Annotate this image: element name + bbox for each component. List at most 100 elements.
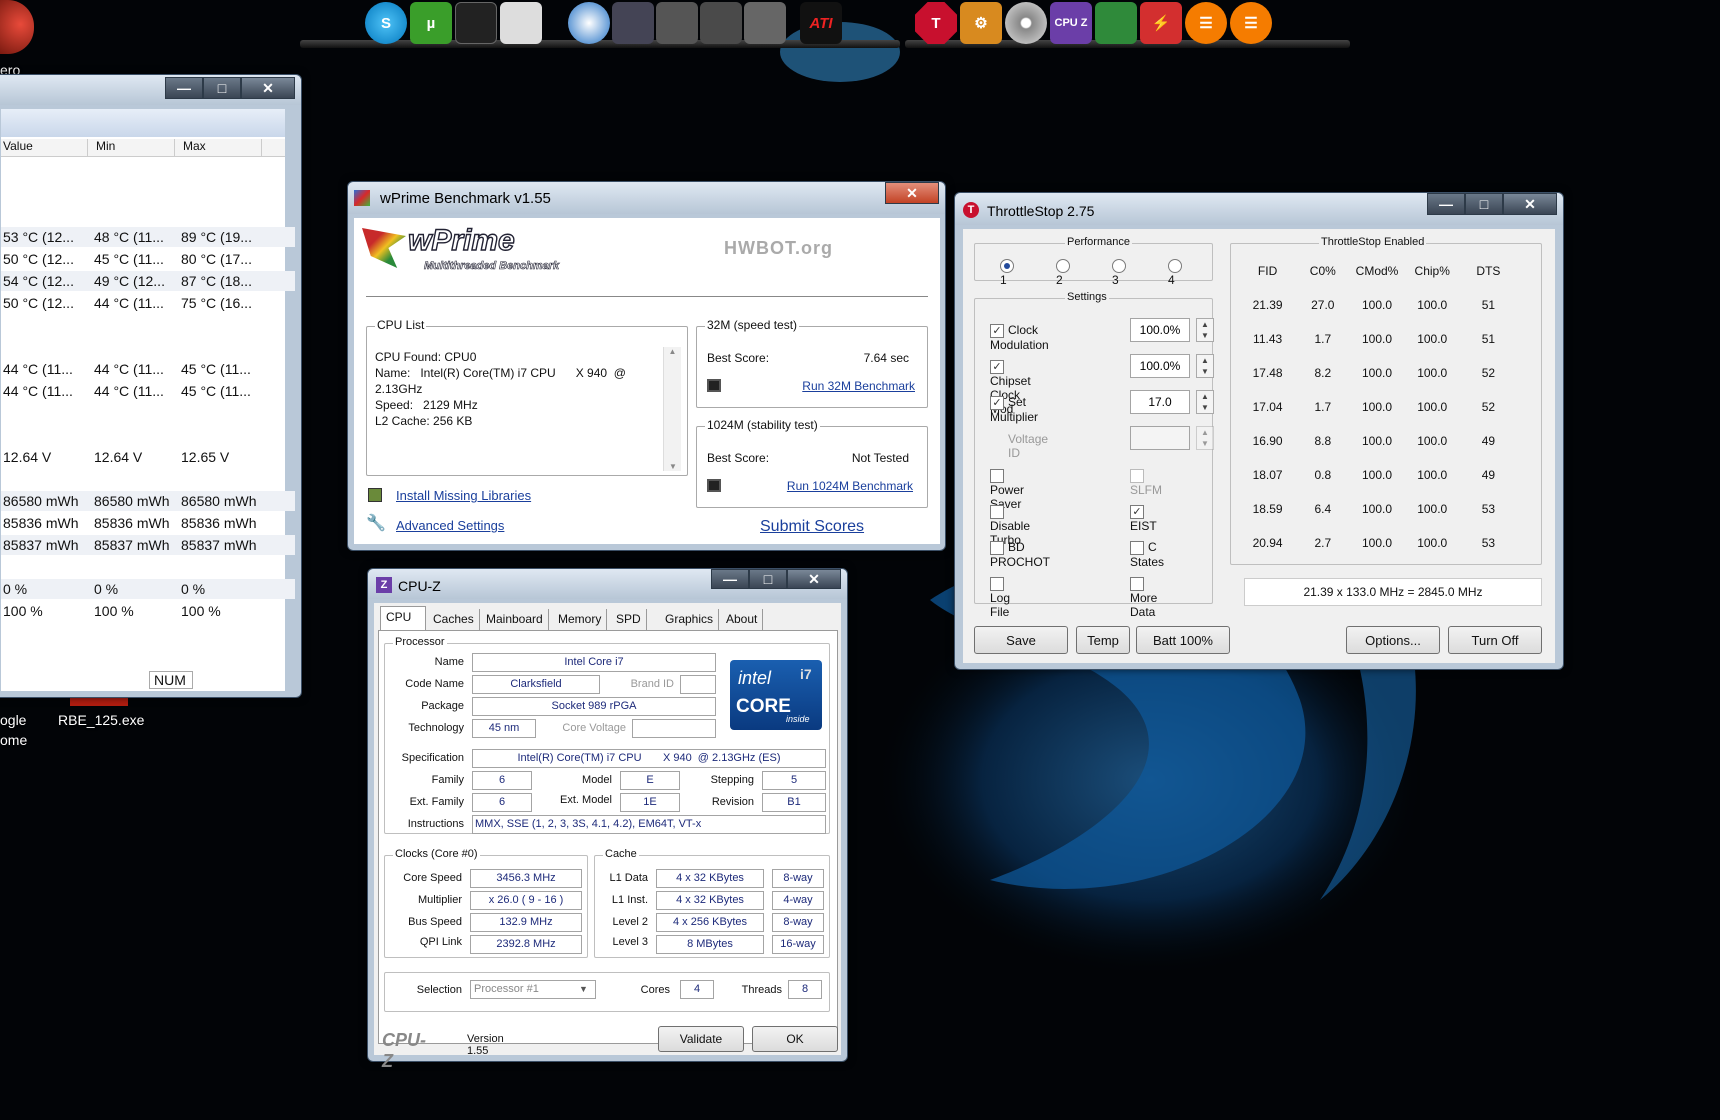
table-row[interactable]: 50 °C (12... 44 °C (11... 75 °C (16... [1,293,295,313]
table-row[interactable]: 44 °C (11... 44 °C (11... 45 °C (11... [1,381,295,401]
table-row[interactable]: 54 °C (12... 49 °C (12... 87 °C (18... [1,271,295,291]
turn-off-button[interactable]: Turn Off [1448,626,1542,654]
checkbox-icon[interactable] [990,576,1004,591]
radio-icon[interactable] [1168,258,1182,273]
checkbox-icon[interactable]: ✓ [990,395,1004,410]
chipset-clock-value[interactable]: 100.0% [1130,354,1190,378]
profile-2[interactable]: 2 [1056,258,1073,287]
col-max[interactable]: Max [175,139,262,156]
validate-button[interactable]: Validate [658,1026,744,1052]
clock-modulation-value[interactable]: 100.0% [1130,318,1190,342]
utorrent-icon[interactable]: µ [410,2,452,44]
checkbox-icon[interactable] [1130,540,1144,555]
eist-check[interactable]: ✓EIST [1130,504,1157,533]
ok-button[interactable]: OK [752,1026,838,1052]
teamviewer-icon[interactable] [568,2,610,44]
maximize-button[interactable]: □ [203,77,241,99]
tab-memory[interactable]: Memory [553,609,608,631]
removable-drive-icon[interactable] [500,2,542,44]
hardware-icon[interactable] [1095,2,1137,44]
minimize-button[interactable]: — [711,569,749,589]
submit-scores-link[interactable]: Submit Scores [760,518,864,536]
tab-graphics[interactable]: Graphics [660,609,720,631]
chevron-down-icon[interactable]: ▼ [579,981,593,998]
col-value[interactable]: Value [1,139,88,156]
table-row[interactable]: 85836 mWh 85836 mWh 85836 mWh [1,513,295,533]
checkbox-icon[interactable]: ✓ [1130,504,1144,519]
drive-icon[interactable] [455,2,497,44]
checkbox-icon[interactable]: ✓ [990,323,1004,338]
maximize-button[interactable]: □ [749,569,787,589]
tab-spd[interactable]: SPD [611,609,647,631]
table-row[interactable]: 50 °C (12... 45 °C (11... 80 °C (17... [1,249,295,269]
temp-button[interactable]: Temp [1076,626,1130,654]
run-32m-link[interactable]: Run 32M Benchmark [802,379,915,393]
maximize-button[interactable]: □ [1465,193,1503,215]
tab-about[interactable]: About [721,609,764,631]
game-icon-2[interactable] [656,2,698,44]
menu-icon-1[interactable]: ☰ [1185,2,1227,44]
ati-icon[interactable]: ATI [800,2,842,44]
checkbox-icon[interactable] [1130,576,1144,591]
profile-4[interactable]: 4 [1168,258,1185,287]
checkbox-icon[interactable] [990,468,1004,483]
selection-dropdown[interactable]: Processor #1 ▼ [470,980,596,999]
cpuz-icon[interactable]: CPU Z [1050,2,1092,44]
table-row[interactable]: 100 % 100 % 100 % [1,601,295,621]
table-row[interactable]: 12.64 V 12.64 V 12.65 V [1,447,295,467]
batt-button[interactable]: Batt 100% [1136,626,1230,654]
table-row[interactable]: 53 °C (12... 48 °C (11... 89 °C (19... [1,227,295,247]
log-file-check[interactable]: Log File [990,576,1010,619]
radio-icon[interactable] [1056,258,1070,273]
set-multiplier-check[interactable]: ✓ Set Multiplier [990,395,1038,424]
bd-prochot-check[interactable]: BD PROCHOT [990,540,1050,569]
more-data-check[interactable]: More Data [1130,576,1157,619]
c-states-check[interactable]: C States [1130,540,1164,569]
close-button[interactable]: ✕ [787,569,841,589]
set-multiplier-value[interactable]: 17.0 [1130,390,1190,414]
table-cell: 50 °C (12... [3,251,74,267]
radio-icon[interactable] [1000,258,1014,273]
run-1024m-link[interactable]: Run 1024M Benchmark [787,479,913,493]
profile-1[interactable]: 1 [1000,258,1017,287]
save-button[interactable]: Save [974,626,1068,654]
profile-3[interactable]: 3 [1112,258,1129,287]
tab-cpu[interactable]: CPU [380,606,426,631]
col-min[interactable]: Min [88,139,175,156]
table-row[interactable]: 86580 mWh 86580 mWh 86580 mWh [1,491,295,511]
advanced-settings-link[interactable]: Advanced Settings [396,518,504,533]
cd-icon[interactable] [1005,2,1047,44]
chipset-clock-spinner[interactable]: ▲ ▼ [1196,354,1214,378]
checkbox-icon[interactable] [990,504,1004,519]
clock-modulation-check[interactable]: ✓ Clock Modulation [990,323,1049,352]
game-icon-3[interactable] [700,2,742,44]
speed-best-score: 7.64 sec [863,351,909,365]
skype-icon[interactable]: S [365,2,407,44]
set-multiplier-spinner[interactable]: ▲ ▼ [1196,390,1214,414]
minimize-button[interactable]: — [1427,193,1465,215]
crysis-icon[interactable] [744,2,786,44]
table-row[interactable]: 0 % 0 % 0 % [1,579,295,599]
radio-icon[interactable] [1112,258,1126,273]
column-header: C0% [1309,264,1336,278]
settings-icon[interactable]: ⚙ [960,2,1002,44]
instructions-value: MMX, SSE (1, 2, 3, 3S, 4.1, 4.2), EM64T,… [472,815,826,834]
game-icon-1[interactable] [612,2,654,44]
menu-icon-2[interactable]: ☰ [1230,2,1272,44]
clock-modulation-spinner[interactable]: ▲ ▼ [1196,318,1214,342]
checkbox-icon[interactable] [990,540,1004,555]
tab-caches[interactable]: Caches [428,609,480,631]
throttlestop-icon[interactable]: T [915,2,957,44]
minimize-button[interactable]: — [165,77,203,99]
close-button[interactable]: ✕ [1503,193,1557,215]
install-libraries-link[interactable]: Install Missing Libraries [396,488,531,503]
table-row[interactable]: 44 °C (11... 44 °C (11... 45 °C (11... [1,359,295,379]
close-button[interactable]: ✕ [885,182,939,204]
table-row[interactable]: 85837 mWh 85837 mWh 85837 mWh [1,535,295,555]
close-button[interactable]: ✕ [241,77,295,99]
options-button[interactable]: Options... [1346,626,1440,654]
flash-icon[interactable]: ⚡ [1140,2,1182,44]
cpu-list-scrollbar[interactable]: ▲ ▼ [663,347,681,471]
tab-mainboard[interactable]: Mainboard [481,609,549,631]
checkbox-icon[interactable]: ✓ [990,359,1004,374]
